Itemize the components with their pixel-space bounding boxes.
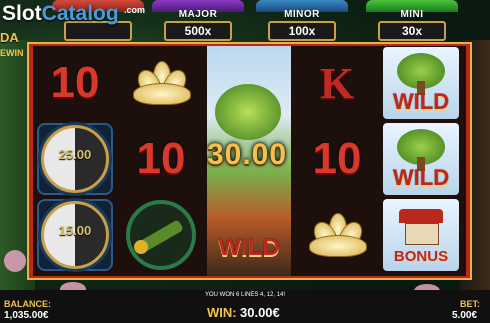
- win-value: 30.00€: [240, 305, 280, 320]
- symbol-k: K: [319, 58, 355, 108]
- lotus-icon: [131, 59, 191, 107]
- bet-value[interactable]: 5.00€: [452, 310, 477, 321]
- symbol-coin-yinyang: 15.00: [35, 198, 115, 272]
- symbol-bonus: BONUS: [381, 198, 461, 272]
- jackpot-label: MAJOR: [178, 9, 218, 20]
- jackpot-major: MAJOR 500x: [152, 0, 244, 41]
- jackpot-value: 100x: [268, 21, 336, 41]
- wild-label: WILD: [218, 234, 280, 261]
- symbol-lotus: [121, 46, 201, 120]
- watermark-logo: SlotCatalog: [2, 2, 119, 25]
- jackpot-value: 30x: [378, 21, 446, 41]
- coin-value: 15.00: [58, 223, 92, 238]
- symbol-wild: WILD: [381, 46, 461, 120]
- reel-5: WILD WILD BONUS: [379, 46, 463, 276]
- win-amount-overlay: 30.00: [206, 138, 288, 171]
- money-tree-icon: [215, 84, 281, 140]
- jackpot-value: 500x: [164, 21, 232, 41]
- symbol-bamboo-coins: [121, 198, 201, 272]
- pagoda-icon: [399, 209, 443, 223]
- symbol-coin-yinyang: 25.00: [35, 122, 115, 196]
- win-lines-message: YOU WON 6 LINES 4, 12, 14!: [204, 292, 286, 298]
- watermark-suffix: .com: [124, 5, 146, 15]
- jackpot-label: MINI: [400, 9, 424, 20]
- lotus-icon: [307, 211, 367, 259]
- bamboo-icon: [126, 200, 196, 270]
- jackpot-label: MINOR: [284, 9, 320, 20]
- reel-1: 10 25.00 15.00: [33, 46, 117, 276]
- game-logo-line1: DA: [0, 30, 19, 45]
- coin-value: 25.00: [58, 147, 92, 162]
- jackpot-minor: MINOR 100x: [256, 0, 348, 41]
- jackpot-mini: MINI 30x: [366, 0, 458, 41]
- balance-label: BALANCE:: [4, 299, 51, 309]
- win-label: WIN:: [207, 305, 237, 320]
- game-logo-line2: EWIN: [0, 48, 24, 58]
- symbol-lotus: [297, 198, 377, 272]
- symbol-10: 10: [50, 58, 100, 107]
- symbol-wild: WILD: [381, 122, 461, 196]
- bet-label: BET:: [460, 299, 480, 309]
- blossom-decoration: [4, 250, 26, 272]
- balance-value: 1,035.00€: [4, 310, 49, 321]
